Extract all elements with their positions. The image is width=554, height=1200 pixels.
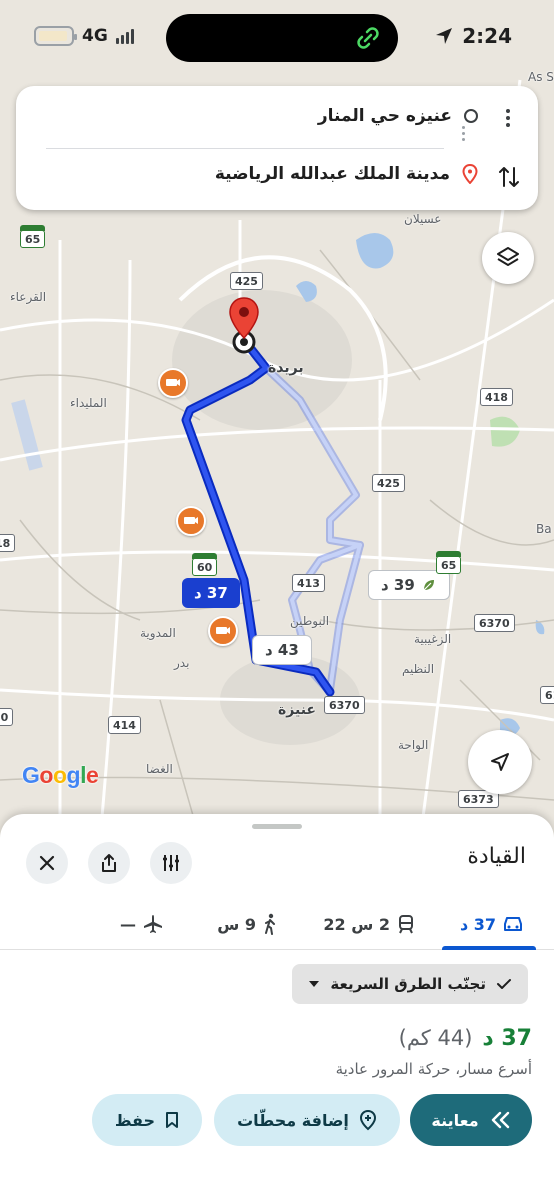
speed-camera-icon[interactable] bbox=[208, 616, 238, 646]
plane-icon bbox=[144, 915, 162, 933]
route-card: عنيزه حي المنار مدينة الملك عبدالله الري… bbox=[16, 86, 538, 210]
tab-label: — bbox=[120, 914, 136, 934]
speed-camera-icon[interactable] bbox=[158, 368, 188, 398]
add-stops-button[interactable]: إضافة محطّات bbox=[214, 1094, 400, 1146]
map-label: الزغيبية bbox=[414, 632, 452, 646]
network-type: 4G bbox=[82, 26, 108, 46]
road-shield: 414 bbox=[108, 716, 141, 734]
route-time-alternate[interactable]: 43 د bbox=[252, 635, 312, 665]
road-shield: 61 bbox=[540, 686, 554, 704]
destination-text: مدينة الملك عبدالله الرياضية bbox=[214, 164, 450, 184]
more-options-button[interactable] bbox=[496, 106, 520, 130]
travel-mode-tabs: 37 د 2 س 22 9 س — bbox=[0, 898, 554, 950]
divider bbox=[46, 148, 444, 149]
chip-label: تجنّب الطرق السريعة bbox=[330, 975, 486, 993]
close-button[interactable] bbox=[26, 842, 68, 884]
destination-pin-icon[interactable] bbox=[228, 296, 260, 340]
road-shield: 60 bbox=[192, 553, 218, 576]
route-time-selected[interactable]: 37 د bbox=[182, 578, 240, 608]
share-button[interactable] bbox=[88, 842, 130, 884]
location-arrow-icon bbox=[436, 28, 453, 44]
tune-icon bbox=[163, 855, 179, 871]
road-shield: 6370 bbox=[324, 696, 365, 714]
map-label: Ba bbox=[536, 522, 552, 536]
road-shield: 65 bbox=[20, 225, 46, 248]
signal-icon bbox=[115, 28, 134, 44]
road-shield: 418 bbox=[480, 388, 513, 406]
road-shield: 6370 bbox=[474, 614, 515, 632]
tab-driving[interactable]: 37 د bbox=[460, 906, 524, 942]
active-tab-indicator bbox=[442, 946, 536, 950]
button-label: حفظ bbox=[114, 1110, 156, 1130]
train-icon bbox=[399, 915, 413, 934]
map-label: المليداء bbox=[70, 396, 107, 410]
link-icon bbox=[357, 27, 379, 49]
map-label: بدر bbox=[174, 656, 190, 670]
map-label-city: بريدة bbox=[268, 360, 304, 376]
map-label: المدوية bbox=[140, 626, 176, 640]
tab-transit[interactable]: 2 س 22 bbox=[323, 906, 416, 942]
speed-camera-icon[interactable] bbox=[176, 506, 206, 536]
origin-text: عنيزه حي المنار bbox=[317, 106, 452, 126]
navigation-arrow-icon bbox=[491, 753, 509, 771]
map-label: البوطين bbox=[290, 614, 330, 628]
save-button[interactable]: حفظ bbox=[92, 1094, 202, 1146]
map-label: القرعاء bbox=[10, 290, 47, 304]
route-distance: (44 كم) bbox=[398, 1026, 473, 1050]
avoid-highways-chip[interactable]: تجنّب الطرق السريعة bbox=[292, 964, 528, 1004]
button-label: إضافة محطّات bbox=[237, 1110, 349, 1130]
tab-label: 2 س 22 bbox=[323, 914, 390, 934]
road-shield: 65 bbox=[436, 551, 462, 574]
share-icon bbox=[102, 854, 116, 872]
origin-field[interactable]: عنيزه حي المنار bbox=[318, 96, 478, 136]
walk-icon bbox=[265, 913, 275, 935]
my-location-button[interactable] bbox=[468, 730, 532, 794]
dynamic-island bbox=[166, 14, 398, 62]
destination-field[interactable]: مدينة الملك عبدالله الرياضية bbox=[215, 154, 478, 194]
sheet-title: القيادة bbox=[467, 844, 526, 869]
bookmark-icon bbox=[166, 1112, 179, 1128]
destination-pin-icon bbox=[462, 164, 478, 184]
google-logo: Google bbox=[22, 762, 99, 788]
map-label-city: عنيزة bbox=[278, 702, 316, 718]
check-icon bbox=[497, 979, 511, 989]
preview-button[interactable]: معاينة bbox=[410, 1094, 532, 1146]
road-shield: 413 bbox=[292, 574, 325, 592]
car-icon bbox=[504, 917, 522, 931]
layers-button[interactable] bbox=[482, 232, 534, 284]
battery-icon bbox=[34, 26, 77, 46]
origin-circle-icon bbox=[464, 109, 478, 123]
map-label: عسيلان bbox=[404, 212, 442, 226]
road-shield: 10 bbox=[0, 708, 14, 726]
route-options-button[interactable] bbox=[150, 842, 192, 884]
clock: 2:24 bbox=[462, 24, 512, 48]
tab-label: 9 س bbox=[217, 914, 256, 934]
directions-sheet: القيادة 37 د 2 س 22 9 س — تجنّب الطرق ال… bbox=[0, 814, 554, 1200]
tab-walking[interactable]: 9 س bbox=[217, 906, 278, 942]
close-icon bbox=[39, 855, 55, 871]
road-shield: 425 bbox=[230, 272, 263, 290]
route-duration: 37 د bbox=[482, 1026, 532, 1051]
route-subtitle: أسرع مسار، حركة المرور عادية bbox=[335, 1060, 532, 1078]
double-chevron-icon bbox=[491, 1111, 509, 1129]
route-time-alternate[interactable]: 39 د bbox=[368, 570, 450, 600]
tab-flights[interactable]: — bbox=[120, 906, 164, 942]
add-location-icon bbox=[359, 1109, 376, 1131]
road-shield: 425 bbox=[372, 474, 405, 492]
route-summary: 37 د (44 كم) bbox=[399, 1026, 532, 1051]
map-label: النظيم bbox=[402, 662, 435, 676]
button-label: معاينة bbox=[431, 1110, 479, 1130]
road-shield: 18 bbox=[0, 534, 16, 552]
sheet-handle[interactable] bbox=[252, 824, 302, 829]
status-bar: 4G 2:24 bbox=[0, 0, 554, 76]
tab-label: 37 د bbox=[459, 914, 496, 934]
eco-leaf-icon bbox=[423, 580, 434, 591]
swap-icon[interactable] bbox=[496, 164, 522, 190]
layers-icon bbox=[497, 247, 519, 266]
map-label: الواحة bbox=[398, 738, 429, 752]
map-label: الغضا bbox=[146, 762, 173, 776]
chevron-down-icon bbox=[309, 981, 320, 987]
connector-dots bbox=[462, 126, 465, 141]
